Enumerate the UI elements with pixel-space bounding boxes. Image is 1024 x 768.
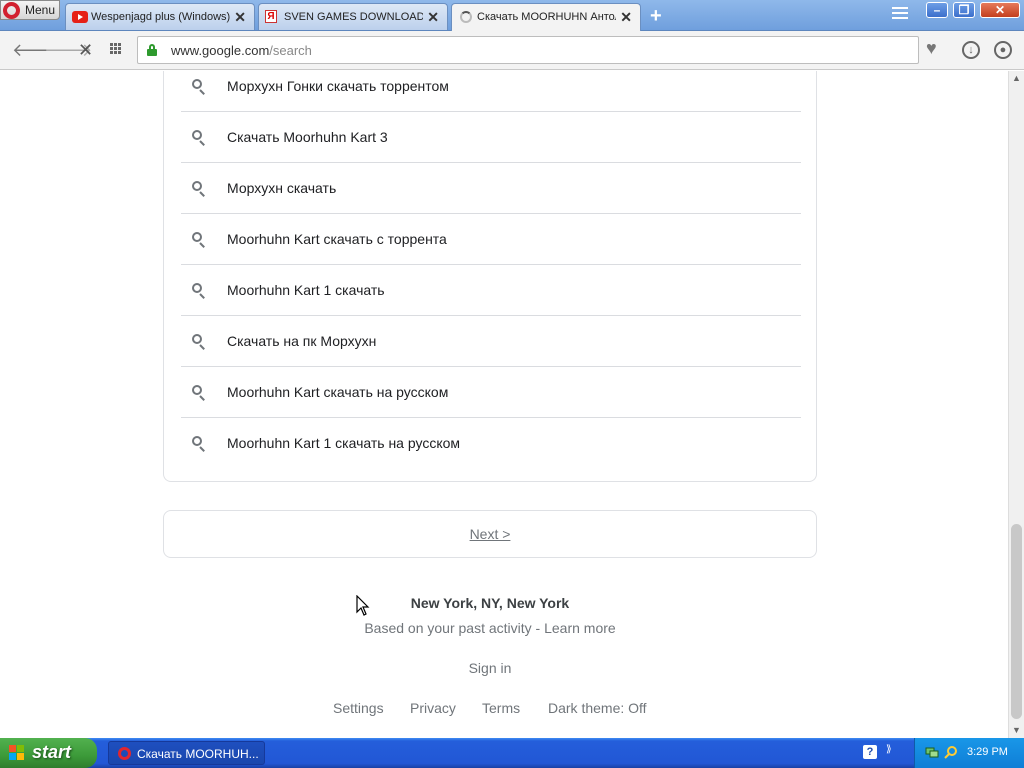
vertical-scrollbar[interactable]: ▲ ▼ [1008,71,1024,738]
bookmark-heart-icon[interactable]: ♥ [926,38,937,59]
stop-loading-icon[interactable]: ✕ [78,40,93,61]
menu-label: Menu [25,3,56,17]
opera-logo-icon [3,2,20,19]
speed-dial-grid-icon[interactable] [110,43,123,56]
suggestion-text: Moorhuhn Kart 1 скачать [227,282,385,298]
suggestion-row[interactable]: Moorhuhn Kart 1 скачать [181,265,801,316]
suggestion-row[interactable]: Moorhuhn Kart скачать с торрента [181,214,801,265]
search-magnifier-icon[interactable] [944,745,958,759]
suggestion-row[interactable]: Скачать Moorhuhn Kart 3 [181,112,801,163]
taskbar-window-label: Скачать MOORHUH... [137,747,259,761]
related-searches-card: Морхухн Гонки скачать торрентом Скачать … [163,71,817,482]
search-icon [192,232,205,248]
suggestion-text: Морхухн скачать [227,180,337,196]
opera-logo-icon [118,747,131,760]
search-icon [192,79,205,95]
start-button[interactable]: start [0,738,97,768]
account-icon[interactable]: ● [994,41,1012,59]
tab-menu-icon[interactable] [892,7,908,23]
minimize-window-button[interactable]: – [926,2,948,18]
suggestion-row[interactable]: Скачать на пк Морхухн [181,316,801,367]
scrollbar-thumb[interactable] [1011,524,1022,719]
next-page-link[interactable]: Next > [470,526,511,542]
search-icon [192,181,205,197]
suggestion-text: Морхухн Гонки скачать торрентом [227,78,449,94]
windows-taskbar: start Скачать MOORHUH... ? ⟫ 3:29 PM [0,738,1024,768]
url-text[interactable]: www.google.com/search [171,43,312,58]
search-icon [192,283,205,299]
dark-theme-toggle[interactable]: Dark theme: Off [548,700,647,716]
tab-label: Скачать MOORHUHN Антол [477,11,616,23]
search-results-page: Морхухн Гонки скачать торрентом Скачать … [0,71,1008,738]
loading-spinner-icon [460,11,472,23]
download-icon[interactable]: ↓ [962,41,980,59]
suggestion-row[interactable]: Moorhuhn Kart скачать на русском [181,367,801,418]
clock: 3:29 PM [967,746,1008,758]
tab-youtube[interactable]: Wespenjagd plus (Windows) ✕ [65,3,255,30]
start-label: start [32,742,72,762]
opera-menu-button[interactable]: Menu [0,0,60,20]
tab-moorhuhn-active[interactable]: Скачать MOORHUHN Антол ✕ [451,3,641,31]
yandex-icon: Я [265,10,277,23]
search-icon [192,385,205,401]
suggestion-row[interactable]: Морхухн Гонки скачать торрентом [181,71,801,112]
help-icon[interactable]: ? [863,745,877,759]
tab-label: Wespenjagd plus (Windows) [91,11,230,23]
search-icon [192,334,205,350]
scroll-up-arrow-icon[interactable]: ▲ [1009,71,1024,86]
search-icon [192,130,205,146]
close-tab-icon[interactable]: ✕ [427,9,439,26]
location-text: New York, NY, New York [410,595,570,611]
suggestion-text: Moorhuhn Kart 1 скачать на русском [227,435,461,451]
url-domain: www.google.com [171,43,270,58]
youtube-icon [72,11,88,23]
close-tab-icon[interactable]: ✕ [234,9,246,26]
browser-toolbar: 🡐 🡒 ✕ www.google.com/search ♥ ↓ ● [0,31,1024,70]
suggestion-row[interactable]: Moorhuhn Kart 1 скачать на русском [181,418,801,469]
search-icon [192,436,205,452]
suggestion-text: Скачать Moorhuhn Kart 3 [227,129,388,145]
close-tab-icon[interactable]: ✕ [620,9,632,26]
tab-sven-games[interactable]: Я SVEN GAMES DOWNLOAD — ✕ [258,3,448,30]
location-source-link[interactable]: Based on your past activity - Learn more [0,620,980,636]
footer-settings-link[interactable]: Settings [333,700,384,716]
scroll-down-arrow-icon[interactable]: ▼ [1009,723,1024,738]
suggestion-text: Скачать на пк Морхухн [227,333,377,349]
windows-logo-icon [9,745,25,761]
footer-terms-link[interactable]: Terms [482,700,520,716]
suggestion-row[interactable]: Морхухн скачать [181,163,801,214]
secure-lock-icon [147,44,157,56]
sign-in-link[interactable]: Sign in [0,660,980,676]
new-tab-plus-icon[interactable]: + [650,5,662,28]
restore-window-button[interactable]: ❐ [953,2,975,18]
footer-privacy-link[interactable]: Privacy [410,700,456,716]
show-hidden-icons-icon[interactable]: ⟫ [886,744,892,755]
address-bar[interactable]: www.google.com/search [137,36,919,64]
system-tray: 3:29 PM [914,738,1024,768]
browser-tab-bar: Menu Wespenjagd plus (Windows) ✕ Я SVEN … [0,0,1024,31]
suggestion-text: Moorhuhn Kart скачать на русском [227,384,449,400]
suggestion-text: Moorhuhn Kart скачать с торрента [227,231,447,247]
close-window-button[interactable]: ✕ [980,2,1020,18]
pagination-card: Next > [163,510,817,558]
tab-label: SVEN GAMES DOWNLOAD — [284,11,423,23]
network-icon[interactable] [925,745,939,759]
mouse-pointer-icon [356,595,370,616]
url-path: /search [269,43,312,58]
taskbar-opera-window[interactable]: Скачать MOORHUH... [108,741,265,765]
